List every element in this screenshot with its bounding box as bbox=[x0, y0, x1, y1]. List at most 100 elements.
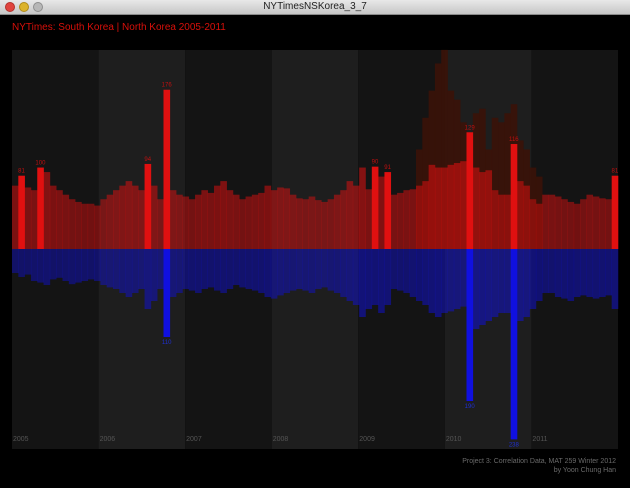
south-korea-bar bbox=[296, 198, 303, 249]
north-korea-bar bbox=[472, 249, 480, 329]
north-korea-bar bbox=[251, 249, 259, 291]
south-korea-bar bbox=[605, 199, 612, 249]
north-korea-bar bbox=[479, 249, 486, 325]
north-korea-bar bbox=[163, 249, 171, 337]
south-korea-bar bbox=[434, 167, 442, 249]
south-korea-bar bbox=[397, 192, 404, 249]
south-korea-bar bbox=[327, 199, 335, 249]
south-korea-bar bbox=[169, 190, 177, 249]
south-korea-value-label: 116 bbox=[509, 137, 519, 143]
north-korea-bar bbox=[491, 249, 499, 317]
south-korea-value-label: 94 bbox=[144, 157, 151, 163]
south-korea-bar bbox=[535, 203, 543, 249]
north-korea-bar bbox=[188, 249, 196, 291]
south-korea-bar bbox=[599, 198, 606, 249]
north-korea-bar bbox=[580, 249, 587, 296]
app-window: NYTimesNSKorea_3_7 81 100 94 176 90 91 129 116 8… bbox=[0, 0, 630, 488]
north-korea-bar bbox=[327, 249, 335, 291]
north-korea-bar bbox=[428, 249, 436, 313]
korea-mentions-chart: 81 100 94 176 90 91 129 116 81 110 190 238 2005 2006… bbox=[12, 49, 619, 449]
sketch-canvas: 81 100 94 176 90 91 129 116 81 110 190 238 2005 2006… bbox=[0, 15, 630, 488]
south-korea-bar bbox=[352, 185, 360, 249]
north-korea-bar bbox=[485, 249, 493, 321]
south-korea-bar bbox=[12, 185, 19, 249]
north-korea-bar bbox=[131, 249, 139, 293]
north-korea-value-label: 238 bbox=[509, 442, 520, 448]
north-korea-value-label: 110 bbox=[162, 340, 172, 346]
north-korea-bar bbox=[296, 249, 303, 289]
north-korea-bar bbox=[441, 249, 448, 313]
north-korea-bar bbox=[258, 249, 265, 293]
south-korea-bar bbox=[106, 194, 114, 249]
south-korea-bar bbox=[144, 163, 152, 249]
south-korea-bar bbox=[580, 199, 587, 249]
south-korea-bar bbox=[176, 194, 183, 249]
north-korea-bar bbox=[453, 249, 461, 309]
year-label-2005: 2005 bbox=[13, 436, 29, 443]
north-korea-bar bbox=[144, 249, 152, 309]
north-korea-bar bbox=[605, 249, 612, 296]
south-korea-bar bbox=[138, 190, 145, 249]
north-korea-bar bbox=[30, 249, 38, 281]
north-korea-bar bbox=[390, 249, 398, 289]
north-korea-bar bbox=[214, 249, 221, 291]
north-korea-bar bbox=[226, 249, 234, 289]
south-korea-value-label: 129 bbox=[465, 125, 476, 131]
north-korea-bar bbox=[359, 249, 366, 317]
south-korea-bar bbox=[567, 201, 575, 249]
south-korea-bar bbox=[491, 190, 499, 249]
south-korea-bar bbox=[188, 199, 196, 249]
year-label-2011: 2011 bbox=[532, 436, 547, 443]
north-korea-bar bbox=[182, 249, 190, 289]
south-korea-bar bbox=[157, 199, 164, 249]
north-korea-bar bbox=[169, 249, 177, 297]
south-korea-bar bbox=[517, 181, 524, 249]
north-korea-bar bbox=[460, 249, 467, 307]
south-korea-bar bbox=[214, 185, 221, 249]
north-korea-bar bbox=[586, 249, 594, 297]
south-korea-bar bbox=[150, 185, 158, 249]
south-korea-bar bbox=[251, 194, 259, 249]
north-korea-bar bbox=[567, 249, 575, 301]
north-korea-bar bbox=[62, 249, 70, 281]
south-korea-bar bbox=[416, 185, 423, 249]
north-korea-bar bbox=[277, 249, 284, 296]
north-korea-bar bbox=[68, 249, 76, 285]
north-korea-bar bbox=[283, 249, 291, 293]
south-korea-bar bbox=[466, 132, 474, 249]
south-korea-bar bbox=[220, 181, 227, 249]
north-korea-bar bbox=[434, 249, 442, 317]
north-korea-bar bbox=[397, 249, 404, 291]
south-korea-bar bbox=[321, 201, 328, 249]
north-korea-bar bbox=[176, 249, 183, 293]
south-korea-bar bbox=[340, 190, 347, 249]
south-korea-bar bbox=[163, 89, 171, 249]
north-korea-bar bbox=[529, 249, 537, 309]
north-korea-bar bbox=[466, 249, 474, 401]
north-korea-bar bbox=[100, 249, 107, 285]
north-korea-bar bbox=[510, 249, 518, 440]
south-korea-bar bbox=[485, 170, 493, 249]
north-korea-bar bbox=[264, 249, 272, 297]
south-korea-bar bbox=[346, 181, 354, 249]
south-korea-bar bbox=[384, 172, 392, 249]
south-korea-bar bbox=[359, 167, 366, 249]
north-korea-bar bbox=[403, 249, 410, 293]
south-korea-bar bbox=[75, 201, 82, 249]
year-label-2009: 2009 bbox=[359, 436, 375, 443]
south-korea-bar bbox=[258, 192, 265, 249]
chart-title: NYTimes: South Korea | North Korea 2005-… bbox=[12, 22, 226, 33]
north-korea-bar bbox=[75, 249, 82, 283]
north-korea-bar bbox=[542, 249, 549, 293]
south-korea-bar bbox=[30, 190, 38, 249]
south-korea-bar bbox=[453, 163, 461, 249]
window-titlebar[interactable]: NYTimesNSKorea_3_7 bbox=[0, 0, 630, 15]
south-korea-value-label: 81 bbox=[612, 169, 619, 175]
south-korea-bar bbox=[56, 190, 63, 249]
north-korea-bar bbox=[289, 249, 297, 291]
north-korea-bar bbox=[220, 249, 227, 293]
south-korea-bar bbox=[283, 188, 291, 249]
south-korea-bar bbox=[289, 194, 297, 249]
north-korea-bar bbox=[315, 249, 322, 289]
south-korea-bar bbox=[378, 176, 385, 249]
